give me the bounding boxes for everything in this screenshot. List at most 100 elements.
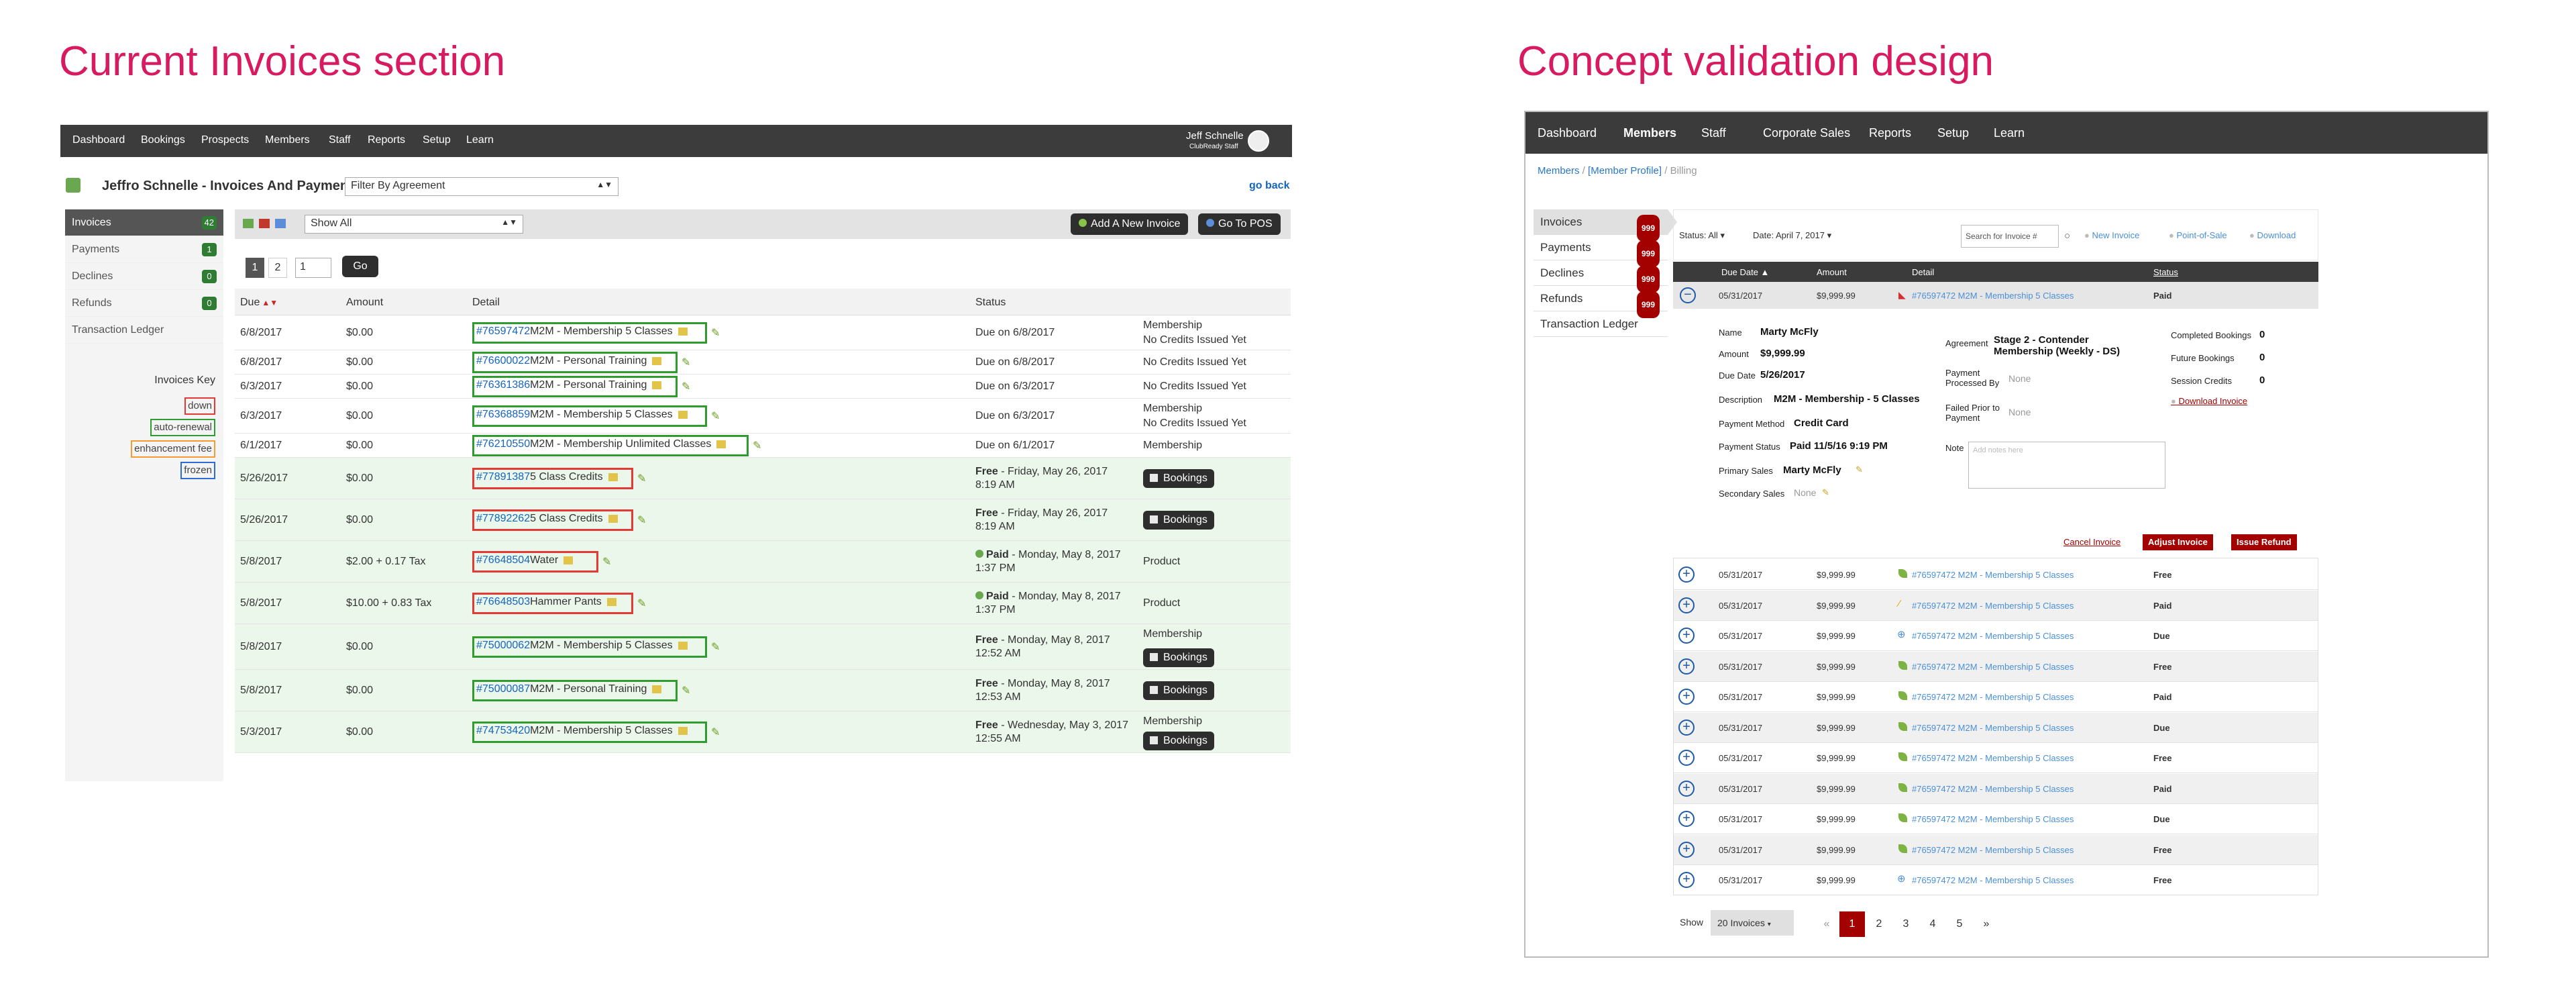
expand-icon[interactable]: + [1678,658,1695,675]
nav-staff[interactable]: Staff [1701,126,1726,140]
nav-dashboard[interactable]: Dashboard [72,134,125,146]
col-status[interactable]: Status [2153,267,2178,277]
invoice-number-link[interactable]: #76597472 [476,326,530,337]
invoice-number-link[interactable]: #77892262 [476,513,530,524]
bookings-button[interactable]: Bookings [1143,648,1214,667]
invoice-number-link[interactable]: #76210550 [476,438,530,450]
nav-bookings[interactable]: Bookings [141,134,185,146]
col-due[interactable]: Due ▲▼ [240,297,278,309]
notes-icon[interactable] [678,641,688,650]
invoice-detail[interactable]: #778922625 Class Credits [472,509,633,531]
edit-pencil-icon[interactable]: ✎ [602,555,611,568]
status-filter-dropdown[interactable]: Status: All ▾ [1679,230,1725,241]
user-name[interactable]: Jeff Schnelle [1186,130,1244,142]
nav-staff[interactable]: Staff [329,134,351,146]
invoice-detail[interactable]: #76361386M2M - Personal Training [472,376,678,397]
collapse-icon[interactable]: − [1680,287,1696,303]
notes-icon[interactable] [678,410,688,419]
notes-icon[interactable] [564,556,574,564]
nav-dashboard[interactable]: Dashboard [1538,126,1597,140]
edit-pencil-icon[interactable]: ✎ [682,356,690,369]
go-to-pos-button[interactable]: Go To POS [1198,213,1281,235]
page-1-button[interactable]: 1 [1839,911,1865,937]
row-detail-link[interactable]: #76597472 M2M - Membership 5 Classes [1912,723,2074,733]
sidebar-item-payments[interactable]: Payments 1 [65,236,223,263]
notes-icon[interactable] [652,381,662,389]
invoice-number-link[interactable]: #74753420 [476,725,530,736]
expand-icon[interactable]: + [1678,872,1695,888]
invoice-detail[interactable]: #76600022M2M - Personal Training [472,352,678,373]
table-row[interactable]: +05/31/2017 $9,999.99 #76597472 M2M - Memb… [1673,560,2318,590]
expand-icon[interactable]: + [1678,689,1695,705]
expand-icon[interactable]: + [1678,719,1695,736]
table-row[interactable]: +05/31/2017 $9,999.99 #76597472 M2M - Memb… [1673,804,2318,834]
row-detail-link[interactable]: #76597472 M2M - Membership 5 Classes [1912,662,2074,672]
breadcrumb-members[interactable]: Members [1538,165,1580,177]
expanded-row-header[interactable]: − 05/31/2017 $9,999.99 ◣ #76597472 M2M -… [1673,282,2318,309]
filter-agreement-select[interactable]: Filter By Agreement ▲▼ [345,177,619,196]
edit-pencil-icon[interactable]: ✎ [637,513,646,527]
bookings-button[interactable]: Bookings [1143,732,1214,750]
cancel-invoice-link[interactable]: Cancel Invoice [2063,537,2121,547]
edit-pencil-icon[interactable]: ✎ [637,472,646,485]
expand-icon[interactable]: + [1678,811,1695,827]
page-4-button[interactable]: 4 [1920,911,1945,937]
notes-icon[interactable] [652,685,662,693]
edit-pencil-icon[interactable]: ✎ [711,726,720,739]
notes-icon[interactable] [606,597,616,606]
sidebar-item-refunds[interactable]: Refunds 999 [1534,286,1668,318]
expand-icon[interactable]: + [1678,780,1695,797]
email-icon[interactable] [275,219,286,228]
edit-pencil-icon[interactable]: ✎ [711,640,720,654]
sidebar-item-transaction-ledger[interactable]: Transaction Ledger [1534,311,1668,337]
invoice-number-link[interactable]: #75000062 [476,640,530,651]
expand-icon[interactable]: + [1678,628,1695,644]
edit-pencil-icon[interactable]: ✎ [1856,464,1863,475]
invoice-detail[interactable]: #75000062M2M - Membership 5 Classes [472,636,707,658]
sidebar-item-payments[interactable]: Payments 999 [1534,235,1668,267]
sidebar-item-invoices[interactable]: Invoices 42 [65,209,223,236]
notes-icon[interactable] [716,440,727,448]
nav-setup[interactable]: Setup [1937,126,1969,140]
invoice-detail[interactable]: #76648503Hammer Pants [472,593,633,614]
edit-pencil-icon[interactable]: ✎ [753,439,761,452]
invoice-number-link[interactable]: #75000087 [476,683,530,695]
table-row[interactable]: +05/31/2017 $9,999.99 #76597472 M2M - Memb… [1673,651,2318,682]
date-filter-dropdown[interactable]: Date: April 7, 2017 ▾ [1753,230,1831,241]
show-filter-select[interactable]: Show All ▲▼ [305,215,523,234]
table-row[interactable]: +05/31/2017 $9,999.99 #76597472 M2M - Memb… [1673,712,2318,743]
print-icon[interactable] [243,219,254,228]
table-row[interactable]: +05/31/2017 $9,999.99 #76597472 M2M - Memb… [1673,743,2318,773]
notes-icon[interactable] [608,473,618,481]
page-5-button[interactable]: 5 [1947,911,1972,937]
page-2-button[interactable]: 2 [268,258,287,278]
invoice-detail[interactable]: #76597472M2M - Membership 5 Classes [472,322,707,344]
invoice-detail[interactable]: #75000087M2M - Personal Training [472,680,678,701]
invoice-detail[interactable]: #778913875 Class Credits [472,468,633,489]
nav-members[interactable]: Members [265,134,310,146]
new-invoice-radio[interactable]: ● New Invoice [2084,230,2139,240]
sidebar-item-declines[interactable]: Declines 0 [65,263,223,290]
page-1-button[interactable]: 1 [246,258,264,278]
bookings-button[interactable]: Bookings [1143,469,1214,488]
download-radio[interactable]: ● Download [2249,230,2296,240]
invoice-number-link[interactable]: #76648504 [476,554,530,566]
nav-learn[interactable]: Learn [1994,126,2025,140]
next-page-button[interactable]: » [1974,911,1999,937]
go-button[interactable]: Go [342,256,378,277]
invoice-detail[interactable]: #74753420M2M - Membership 5 Classes [472,722,707,743]
nav-corporate-sales[interactable]: Corporate Sales [1763,126,1850,140]
nav-reports[interactable]: Reports [1869,126,1911,140]
invoice-detail[interactable]: #76368859M2M - Membership 5 Classes [472,405,707,427]
row-detail-link[interactable]: #76597472 M2M - Membership 5 Classes [1912,570,2074,580]
row-detail-link[interactable]: #76597472 M2M - Membership 5 Classes [1912,845,2074,855]
nav-prospects[interactable]: Prospects [201,134,249,146]
nav-setup[interactable]: Setup [423,134,451,146]
table-row[interactable]: +05/31/2017 $9,999.99 ⊕ #76597472 M2M - Mem… [1673,865,2318,895]
sidebar-item-declines[interactable]: Declines 999 [1534,260,1668,293]
add-invoice-button[interactable]: Add A New Invoice [1071,213,1189,235]
prev-page-button[interactable]: « [1814,911,1839,937]
search-icon[interactable]: ○ [2064,230,2070,242]
row-detail-link[interactable]: #76597472 M2M - Membership 5 Classes [1912,631,2074,641]
sidebar-item-invoices[interactable]: Invoices 999 [1534,209,1668,242]
